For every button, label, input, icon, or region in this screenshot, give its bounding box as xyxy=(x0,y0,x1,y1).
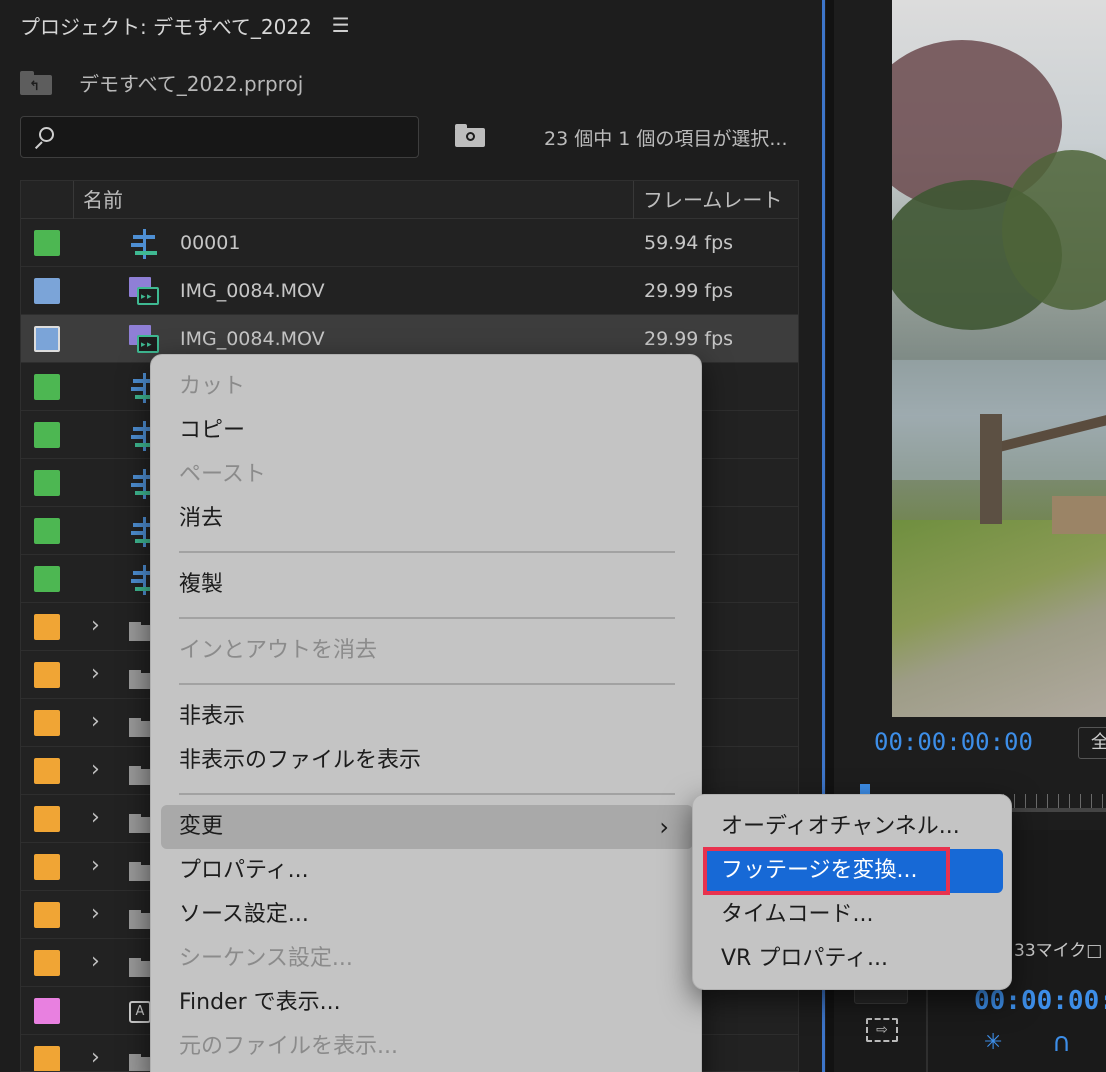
menu-item-label: Finder で表示... xyxy=(179,990,341,1015)
magnet-icon[interactable]: ∩ xyxy=(1052,1028,1071,1058)
label-color-swatch[interactable] xyxy=(34,902,60,928)
expand-chevron-icon[interactable]: › xyxy=(91,709,100,734)
table-row[interactable]: ▸ ▸ IMG_0084.MOV 29.99 fps xyxy=(21,267,798,315)
submenu-item[interactable]: タイムコード... xyxy=(703,893,1003,937)
selection-status: 23 個中 1 個の項目が選択... xyxy=(544,128,788,150)
submenu-chevron-icon: › xyxy=(659,813,669,841)
menu-separator xyxy=(179,683,675,685)
annotation-highlight-box xyxy=(703,847,950,895)
label-color-swatch[interactable] xyxy=(34,374,60,400)
label-color-swatch[interactable] xyxy=(34,710,60,736)
clip-icon: ▸ ▸ xyxy=(129,325,161,355)
label-color-swatch[interactable] xyxy=(34,566,60,592)
expand-chevron-icon[interactable]: › xyxy=(91,853,100,878)
menu-item-label: 変更 xyxy=(179,814,224,839)
menu-item-label: 非表示のファイルを表示 xyxy=(179,748,422,773)
item-frame-rate: 29.99 fps xyxy=(644,280,734,302)
zoom-fit-dropdown[interactable]: 全 xyxy=(1078,727,1106,759)
menu-item: カット xyxy=(161,365,693,409)
menu-item-label: カット xyxy=(179,374,246,399)
item-frame-rate: 59.94 fps xyxy=(644,232,734,254)
track-label: 33マイク□ xyxy=(1014,941,1103,961)
menu-item[interactable]: 非表示 xyxy=(161,695,693,739)
menu-item[interactable]: プロパティ... xyxy=(161,849,693,893)
expand-chevron-icon[interactable]: › xyxy=(91,661,100,686)
menu-item-label: プロパティ... xyxy=(179,858,309,883)
label-color-swatch[interactable] xyxy=(34,470,60,496)
menu-item: ペースト xyxy=(161,453,693,497)
folder-up-icon[interactable]: ↰ xyxy=(20,69,52,95)
label-color-swatch[interactable] xyxy=(34,518,60,544)
menu-item-label: ソース設定... xyxy=(179,902,309,927)
menu-item-label: ペースト xyxy=(179,462,266,487)
menu-separator xyxy=(179,793,675,795)
expand-chevron-icon[interactable]: › xyxy=(91,949,100,974)
label-color-swatch[interactable] xyxy=(34,854,60,880)
menu-item[interactable]: 非表示のファイルを表示 xyxy=(161,739,693,783)
menu-item-label: シーケンス設定... xyxy=(179,946,353,971)
item-name: IMG_0084.MOV xyxy=(180,280,325,302)
find-in-bin-icon[interactable] xyxy=(455,124,485,148)
clip-icon: ▸ ▸ xyxy=(129,277,161,307)
label-color-swatch[interactable] xyxy=(34,614,60,640)
expand-chevron-icon[interactable]: › xyxy=(91,757,100,782)
playhead-timecode[interactable]: 00:00:00:00 xyxy=(874,728,1033,756)
menu-item-label: 消去 xyxy=(179,506,224,531)
expand-chevron-icon[interactable]: › xyxy=(91,1045,100,1070)
label-color-swatch[interactable] xyxy=(34,422,60,448)
menu-item[interactable]: コピー xyxy=(161,409,693,453)
sequence-icon xyxy=(129,229,161,259)
menu-item: 元のファイルを表示... xyxy=(161,1025,693,1069)
item-name: 00001 xyxy=(180,232,241,254)
menu-item-label: 複製 xyxy=(179,572,224,597)
menu-item[interactable]: 消去 xyxy=(161,497,693,541)
label-color-swatch[interactable] xyxy=(34,230,60,256)
menu-item: シーケンス設定... xyxy=(161,937,693,981)
export-frame-icon[interactable]: ⇨ xyxy=(866,1018,898,1042)
menu-separator xyxy=(179,617,675,619)
menu-item[interactable]: Finder で表示... xyxy=(161,981,693,1025)
submenu-item[interactable]: VR プロパティ... xyxy=(703,937,1003,981)
search-box[interactable] xyxy=(20,116,419,158)
menu-item[interactable]: 複製 xyxy=(161,563,693,607)
submenu-item[interactable]: オーディオチャンネル... xyxy=(703,805,1003,849)
menu-item-label: コピー xyxy=(179,418,246,443)
menu-item[interactable]: 変更 › xyxy=(161,805,693,849)
expand-chevron-icon[interactable]: › xyxy=(91,805,100,830)
label-color-swatch[interactable] xyxy=(34,662,60,688)
label-color-swatch[interactable] xyxy=(34,1046,60,1071)
menu-item-label: 元のファイルを表示... xyxy=(179,1034,398,1059)
panel-title: プロジェクト: デモすべて_2022 xyxy=(20,14,312,39)
search-icon xyxy=(31,125,57,151)
menu-item-label: 非表示 xyxy=(179,704,246,729)
label-color-swatch[interactable] xyxy=(34,758,60,784)
project-file-row: ↰ デモすべて_2022.prproj xyxy=(20,64,303,100)
table-header: 名前 フレームレート xyxy=(21,181,798,219)
table-row[interactable]: 00001 59.94 fps xyxy=(21,219,798,267)
menu-item: インとアウトを消去 xyxy=(161,629,693,673)
project-file-name: デモすべて_2022.prproj xyxy=(79,71,304,96)
menu-item-label: インとアウトを消去 xyxy=(179,638,378,663)
label-color-swatch[interactable] xyxy=(34,278,60,304)
menu-item[interactable]: ソース設定... xyxy=(161,893,693,937)
label-color-swatch[interactable] xyxy=(34,806,60,832)
column-header-name[interactable]: 名前 xyxy=(83,181,123,219)
panel-header: プロジェクト: デモすべて_2022 ☰ xyxy=(20,10,350,40)
search-input[interactable] xyxy=(65,117,405,157)
label-color-swatch[interactable] xyxy=(34,950,60,976)
expand-chevron-icon[interactable]: › xyxy=(91,613,100,638)
expand-chevron-icon[interactable]: › xyxy=(91,901,100,926)
context-menu: カットコピーペースト消去複製インとアウトを消去 非表示非表示のファイルを表示 変更 ›… xyxy=(150,354,702,1072)
column-header-frame-rate[interactable]: フレームレート xyxy=(643,181,782,219)
label-color-swatch[interactable] xyxy=(34,998,60,1024)
timeline-timecode[interactable]: 00:00:00: xyxy=(974,986,1106,1016)
hamburger-menu-icon[interactable]: ☰ xyxy=(332,13,350,37)
label-color-swatch[interactable] xyxy=(34,326,60,352)
video-preview xyxy=(892,0,1106,717)
snap-icon[interactable]: ✳ xyxy=(984,1030,1002,1055)
menu-separator xyxy=(179,551,675,553)
